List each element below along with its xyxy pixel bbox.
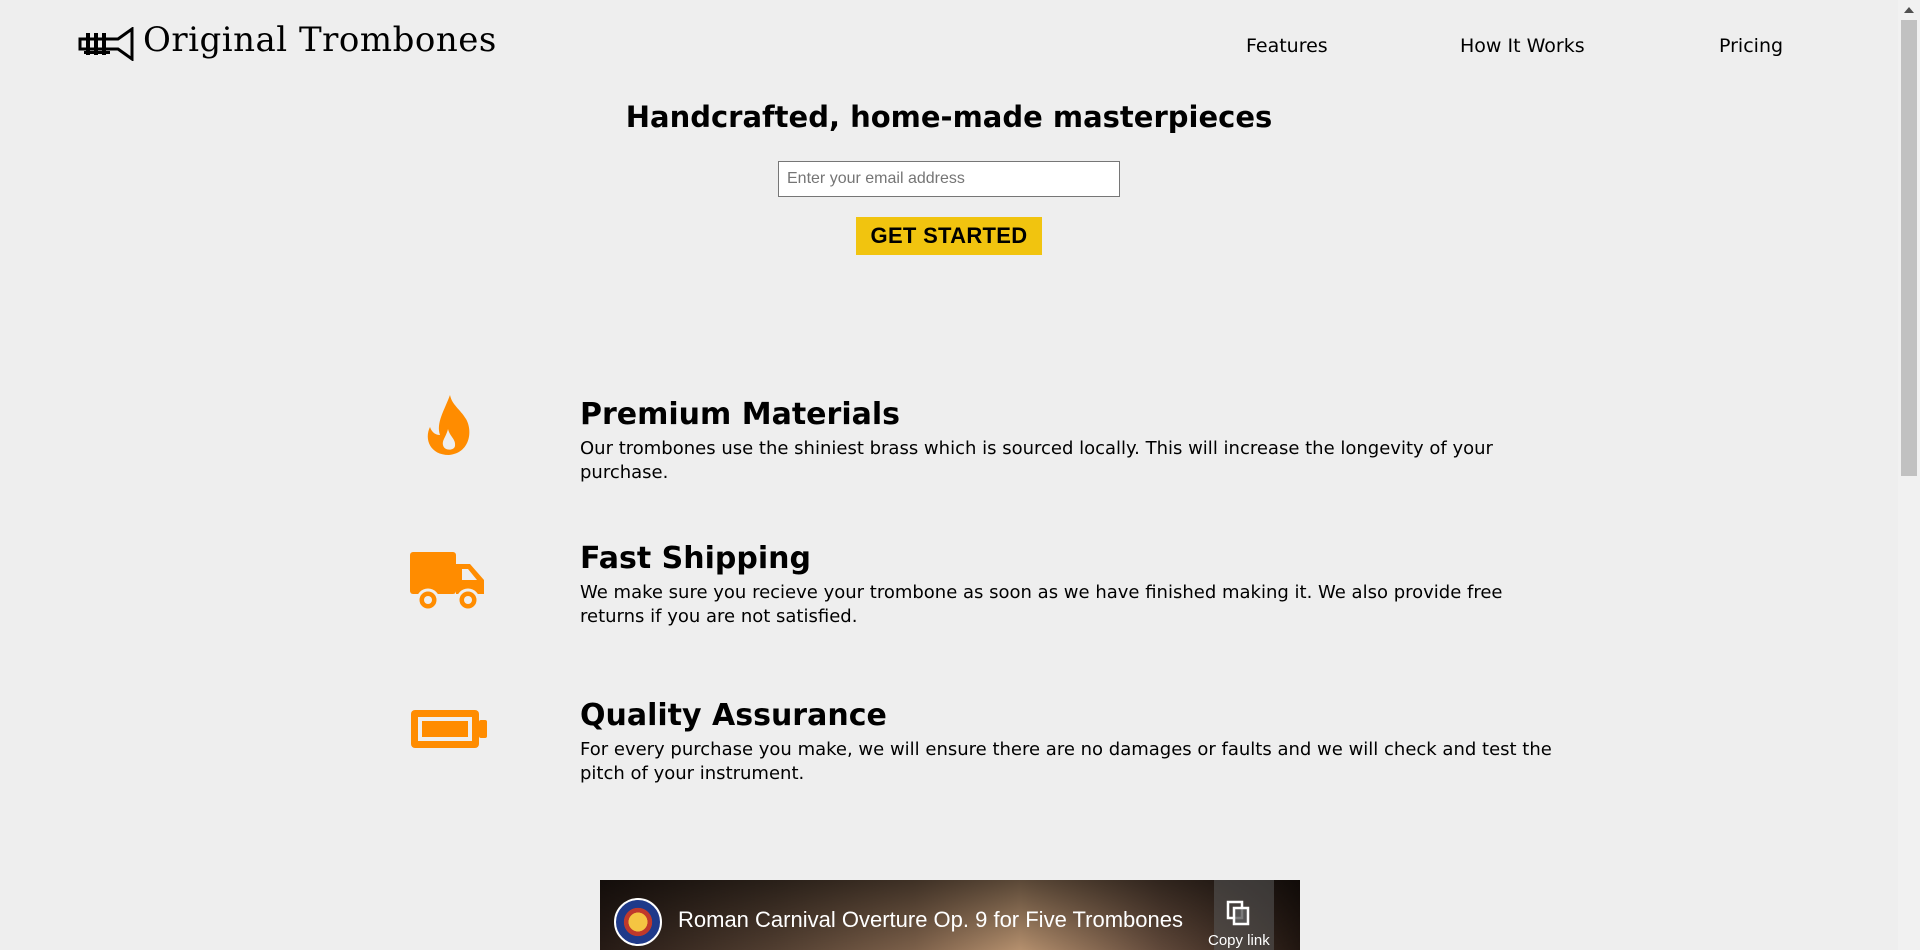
truck-icon	[410, 552, 484, 612]
feature-title: Quality Assurance	[580, 698, 887, 733]
email-input[interactable]	[778, 161, 1120, 197]
page-scrollbar[interactable]	[1898, 0, 1920, 950]
site-header: Original Trombones Features How It Works…	[0, 0, 1898, 92]
channel-avatar[interactable]	[614, 898, 662, 946]
fire-icon	[427, 395, 470, 455]
video-embed[interactable]: Roman Carnival Overture Op. 9 for Five T…	[600, 880, 1300, 950]
scrollbar-thumb[interactable]	[1901, 20, 1917, 476]
nav-link-features[interactable]: Features	[1246, 35, 1328, 57]
feature-title: Fast Shipping	[580, 541, 811, 576]
copy-icon	[1226, 900, 1250, 926]
nav-link-pricing[interactable]: Pricing	[1719, 35, 1783, 57]
feature-description: We make sure you recieve your trombone a…	[580, 582, 1503, 627]
trumpet-icon[interactable]	[78, 27, 134, 61]
scroll-up-arrow-icon[interactable]	[1898, 0, 1920, 20]
copy-link-label: Copy link	[1208, 932, 1270, 949]
feature-description: For every purchase you make, we will ens…	[580, 739, 1552, 784]
get-started-button[interactable]: GET STARTED	[856, 217, 1042, 255]
hero-title: Handcrafted, home-made masterpieces	[625, 100, 1273, 134]
battery-icon	[411, 710, 487, 748]
copy-link-button[interactable]: Copy link	[1208, 880, 1274, 950]
video-title[interactable]: Roman Carnival Overture Op. 9 for Five T…	[678, 907, 1183, 933]
brand-name[interactable]: Original Trombones	[143, 20, 497, 60]
feature-title: Premium Materials	[580, 397, 900, 432]
nav-link-how-it-works[interactable]: How It Works	[1460, 35, 1585, 57]
feature-description: Our trombones use the shiniest brass whi…	[580, 438, 1493, 483]
